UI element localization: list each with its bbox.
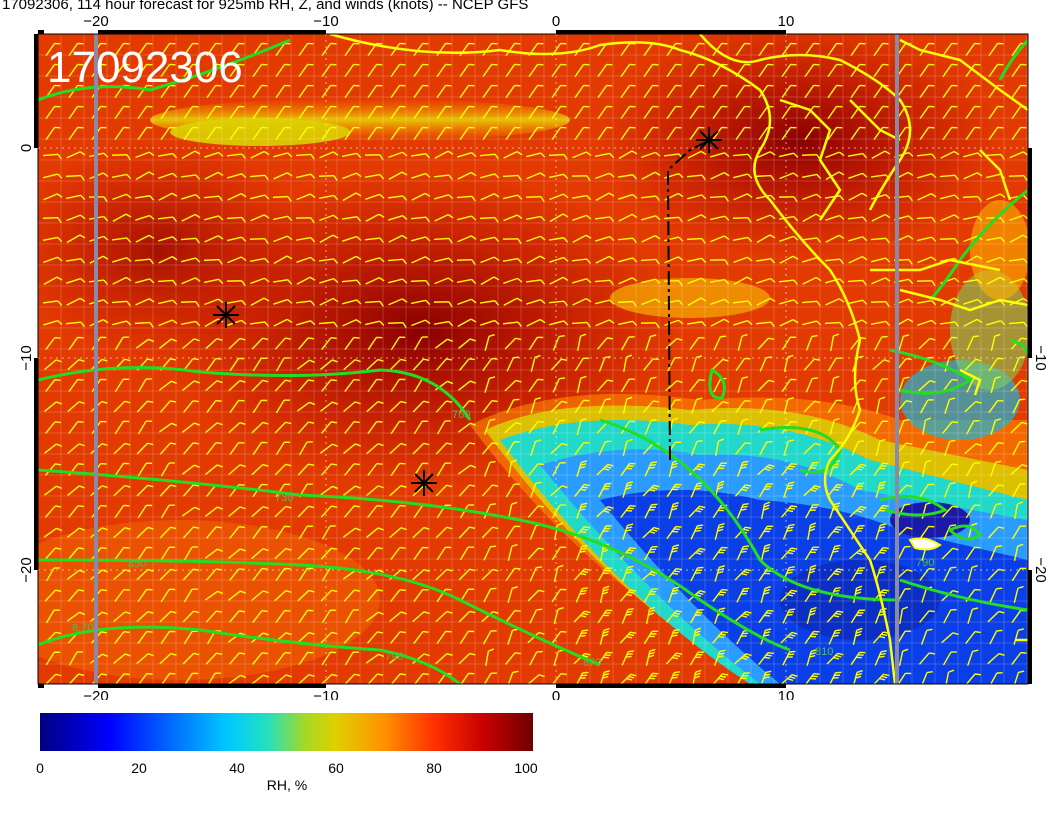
colorbar-label-40: 40 — [229, 760, 245, 776]
svg-text:−10: −10 — [1032, 345, 1049, 370]
colorbar-label-20: 20 — [131, 760, 147, 776]
svg-text:0: 0 — [552, 688, 560, 700]
colorbar-label-60: 60 — [328, 760, 344, 776]
svg-text:10: 10 — [778, 688, 795, 700]
y-axis-right: −10 −20 — [1032, 345, 1049, 582]
svg-text:−20: −20 — [18, 557, 35, 582]
colorbar-label-100: 100 — [514, 760, 538, 776]
svg-text:760: 760 — [452, 409, 470, 421]
x-axis-bottom: −20 −10 0 10 — [83, 688, 795, 705]
svg-text:790: 790 — [916, 557, 934, 569]
svg-text:810: 810 — [815, 646, 833, 658]
svg-text:−10: −10 — [18, 345, 35, 370]
svg-text:0: 0 — [552, 13, 560, 30]
date-stamp: 17092306 — [47, 43, 243, 92]
colorbar-label-0: 0 — [36, 760, 44, 776]
colorbar-label-80: 80 — [426, 760, 442, 776]
y-axis-left: 0 −10 −20 — [18, 144, 35, 583]
svg-text:−20: −20 — [83, 688, 108, 700]
svg-text:10: 10 — [778, 13, 795, 30]
svg-text:870: 870 — [583, 657, 601, 669]
rh-colorbar — [40, 713, 533, 751]
svg-text:−20: −20 — [83, 13, 108, 30]
svg-text:850: 850 — [128, 558, 146, 570]
x-axis-top: −20 −10 0 10 — [83, 13, 794, 30]
svg-text:8.70: 8.70 — [72, 622, 93, 634]
svg-text:−10: −10 — [313, 688, 338, 700]
svg-text:−20: −20 — [1032, 557, 1049, 582]
map-panel: 760 730 850 8.70 790 870 810 790 1709230… — [0, 0, 1056, 705]
rh-map: 760 730 850 8.70 790 870 810 790 1709230… — [18, 13, 1049, 705]
rh-field — [38, 34, 1028, 684]
svg-text:790: 790 — [385, 651, 403, 663]
svg-text:730: 730 — [275, 492, 293, 504]
svg-text:−10: −10 — [313, 13, 338, 30]
colorbar-title: RH, % — [266, 777, 308, 793]
svg-text:0: 0 — [18, 144, 35, 152]
